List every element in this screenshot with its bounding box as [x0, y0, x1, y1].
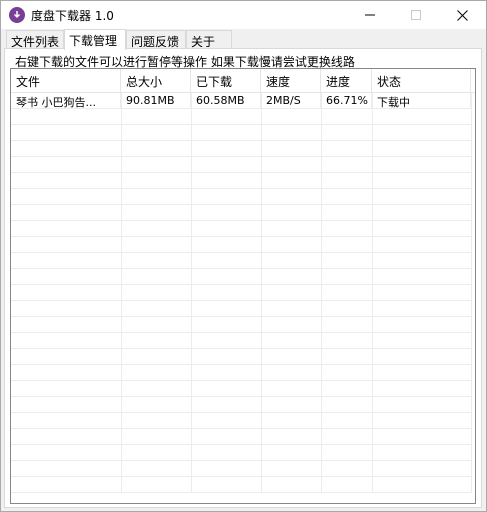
empty-row — [11, 461, 471, 477]
download-list[interactable]: 文件 总大小 已下载 速度 进度 状态 琴书 小巴狗告... 90.81MB 6… — [10, 68, 476, 504]
empty-row — [11, 237, 471, 253]
window-title: 度盘下载器 1.0 — [31, 9, 114, 23]
empty-row — [11, 445, 471, 461]
table-row[interactable]: 琴书 小巴狗告... 90.81MB 60.58MB 2MB/S 66.71% … — [11, 93, 471, 109]
tab-about[interactable]: 关于 — [186, 30, 232, 49]
minimize-icon — [365, 14, 375, 16]
cell-progress: 66.71% — [321, 93, 372, 109]
empty-row — [11, 381, 471, 397]
empty-row — [11, 413, 471, 429]
empty-row — [11, 253, 471, 269]
cell-downloaded: 60.58MB — [191, 93, 261, 109]
empty-row — [11, 333, 471, 349]
empty-row — [11, 125, 471, 141]
column-header-progress[interactable]: 进度 — [321, 69, 372, 93]
empty-row — [11, 477, 471, 493]
grid-column-line — [191, 93, 192, 493]
minimize-button[interactable] — [347, 1, 393, 29]
download-arrow-icon — [9, 7, 25, 23]
empty-row — [11, 269, 471, 285]
empty-row — [11, 285, 471, 301]
cell-file: 琴书 小巴狗告... — [11, 93, 121, 109]
column-header-downloaded[interactable]: 已下载 — [191, 69, 261, 93]
cell-total-size: 90.81MB — [121, 93, 191, 109]
empty-row — [11, 173, 471, 189]
empty-row — [11, 317, 471, 333]
empty-row — [11, 189, 471, 205]
grid-column-line — [261, 93, 262, 493]
grid-column-line — [471, 93, 472, 493]
column-header-speed[interactable]: 速度 — [261, 69, 321, 93]
empty-row — [11, 301, 471, 317]
tab-feedback[interactable]: 问题反馈 — [126, 30, 186, 49]
empty-row — [11, 365, 471, 381]
column-header-total-size[interactable]: 总大小 — [121, 69, 191, 93]
tab-strip: 文件列表 下载管理 问题反馈 关于 — [1, 29, 486, 50]
tab-file-list[interactable]: 文件列表 — [6, 30, 64, 49]
list-header: 文件 总大小 已下载 速度 进度 状态 — [11, 69, 475, 93]
empty-row — [11, 109, 471, 125]
close-button[interactable] — [439, 1, 485, 29]
empty-row — [11, 205, 471, 221]
cell-status: 下载中 — [372, 93, 471, 109]
column-header-status[interactable]: 状态 — [372, 69, 471, 93]
column-header-file[interactable]: 文件 — [11, 69, 121, 93]
empty-row — [11, 157, 471, 173]
app-window: 度盘下载器 1.0 文件列表 下载管理 问题反馈 关于 右键下载的文件可以进行暂… — [0, 0, 487, 512]
maximize-icon — [411, 10, 421, 20]
grid-column-line — [321, 93, 322, 493]
grid-column-line — [372, 93, 373, 493]
empty-row — [11, 349, 471, 365]
grid-column-line — [121, 93, 122, 493]
empty-row — [11, 221, 471, 237]
empty-row — [11, 141, 471, 157]
tab-download-manager[interactable]: 下载管理 — [64, 29, 126, 50]
close-icon — [456, 9, 468, 21]
cell-speed: 2MB/S — [261, 93, 321, 109]
maximize-button[interactable] — [393, 1, 439, 29]
empty-row — [11, 429, 471, 445]
empty-row — [11, 397, 471, 413]
title-bar[interactable]: 度盘下载器 1.0 — [1, 1, 486, 29]
